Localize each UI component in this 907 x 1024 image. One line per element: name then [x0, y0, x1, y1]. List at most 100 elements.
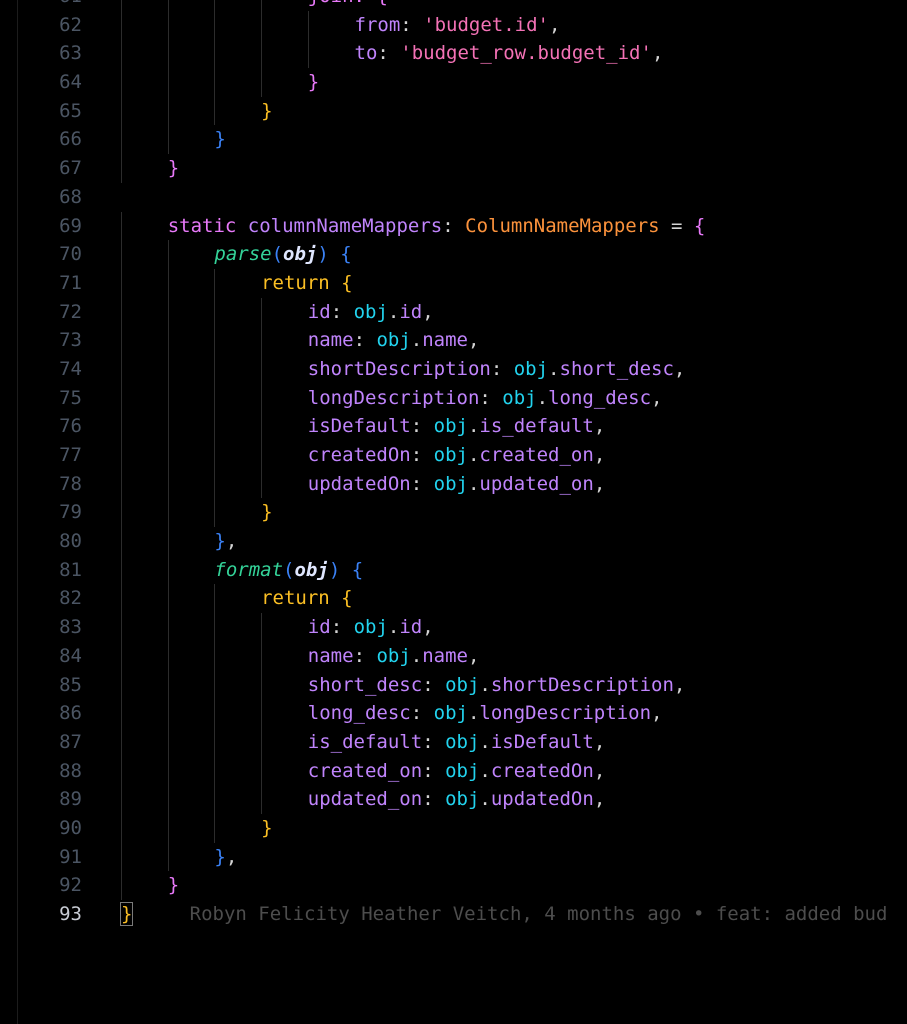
code-line-74[interactable]: 74 shortDescription: obj.short_desc, [0, 354, 907, 384]
code-token: } [261, 99, 273, 122]
code-token: is_default [479, 415, 594, 438]
code-text[interactable]: createdOn: obj.created_on, [308, 441, 605, 470]
code-text[interactable]: } [308, 68, 319, 97]
code-text[interactable]: } [214, 125, 225, 154]
code-text[interactable]: name: obj.name, [308, 642, 480, 671]
indent-guide [167, 441, 169, 470]
code-line-83[interactable]: 83 id: obj.id, [0, 613, 907, 642]
code-line-61[interactable]: 61 join: { [0, 0, 907, 11]
code-text[interactable]: } [261, 97, 272, 126]
code-text[interactable]: } [261, 498, 272, 527]
code-line-64[interactable]: 64} [0, 68, 907, 97]
indent-guide [167, 68, 169, 97]
line-number: 62 [59, 13, 82, 36]
code-editor[interactable]: 61 join: { 62 from: 'budget.id', 63 to: 'budg… [0, 0, 907, 1024]
line-number: 80 [59, 530, 82, 553]
code-text[interactable]: parse(obj) { [214, 240, 351, 269]
indent-guide [121, 412, 122, 441]
code-line-65[interactable]: 65} [0, 96, 907, 126]
indent-guide [121, 326, 122, 355]
code-line-90[interactable]: 90} [0, 813, 907, 843]
code-line-80[interactable]: 80}, [0, 527, 907, 556]
code-token: . [548, 357, 560, 380]
code-text[interactable]: id: obj.id, [308, 613, 434, 642]
code-line-67[interactable]: 67} [0, 154, 907, 183]
code-line-86[interactable]: 86 long_desc: obj.longDescription, [0, 699, 907, 728]
code-line-92[interactable]: 92} [0, 871, 907, 900]
indent-guide [214, 699, 216, 728]
code-text[interactable]: updated_on: obj.updatedOn, [308, 785, 605, 814]
line-number: 70 [59, 243, 82, 266]
line-number: 79 [59, 501, 82, 524]
code-line-68[interactable]: 68 [0, 183, 907, 212]
indent-guide [214, 39, 216, 69]
code-line-72[interactable]: 72 id: obj.id, [0, 297, 907, 327]
code-line-62[interactable]: 62 from: 'budget.id', [0, 10, 907, 40]
code-token: : [422, 759, 446, 782]
code-text[interactable]: short_desc: obj.shortDescription, [308, 671, 686, 700]
code-line-81[interactable]: 81 format(obj) { [0, 555, 907, 585]
code-token: } [214, 530, 226, 553]
code-line-75[interactable]: 75 longDescription: obj.long_desc, [0, 383, 907, 413]
indent-guide [121, 0, 122, 11]
code-text[interactable]: }, [214, 527, 237, 556]
code-token: , [651, 42, 664, 65]
code-token: ( [271, 243, 284, 266]
code-line-73[interactable]: 73 name: obj.name, [0, 326, 907, 355]
code-text[interactable]: to: 'budget_row.budget_id', [355, 39, 664, 68]
code-text[interactable]: isDefault: obj.is_default, [308, 412, 605, 441]
indent-guide [167, 498, 169, 528]
code-line-69[interactable]: 69 static columnNameMappers: ColumnNameMa… [0, 211, 907, 241]
code-text[interactable]: name: obj.name, [308, 326, 480, 355]
code-line-71[interactable]: 71 return { [0, 268, 907, 298]
code-line-76[interactable]: 76 isDefault: obj.is_default, [0, 412, 907, 441]
code-text[interactable]: static columnNameMappers: ColumnNameMapp… [168, 212, 706, 241]
indent-guide [167, 354, 169, 384]
code-token: . [536, 386, 549, 409]
code-line-84[interactable]: 84 name: obj.name, [0, 641, 907, 671]
code-token: isDefault [490, 730, 594, 753]
indent-guide [167, 240, 169, 269]
code-line-78[interactable]: 78 updatedOn: obj.updated_on, [0, 469, 907, 499]
code-line-66[interactable]: 66} [0, 125, 907, 155]
code-line-82[interactable]: 82 return { [0, 584, 907, 614]
code-text[interactable]: created_on: obj.createdOn, [308, 757, 605, 786]
code-text[interactable]: return { [261, 584, 353, 613]
code-token: return [261, 271, 342, 294]
code-text[interactable]: from: 'budget.id', [355, 11, 561, 40]
code-line-91[interactable]: 91}, [0, 842, 907, 872]
code-token: , [593, 788, 606, 811]
code-text[interactable]: }, [214, 843, 237, 872]
code-text[interactable]: id: obj.id, [308, 298, 434, 327]
code-text[interactable]: longDescription: obj.long_desc, [308, 384, 663, 413]
code-line-70[interactable]: 70 parse(obj) { [0, 240, 907, 269]
code-text[interactable]: } [261, 814, 272, 843]
code-text[interactable]: } [168, 154, 179, 183]
code-text[interactable]: join: { [308, 0, 388, 11]
code-line-93[interactable]: 93} Robyn Felicity Heather Veitch, 4 mon… [0, 900, 907, 929]
code-text[interactable]: } [168, 871, 179, 900]
code-token: obj [445, 673, 480, 696]
code-text[interactable]: long_desc: obj.longDescription, [308, 699, 663, 728]
code-line-89[interactable]: 89 updated_on: obj.updatedOn, [0, 785, 907, 814]
code-line-63[interactable]: 63 to: 'budget_row.budget_id', [0, 39, 907, 69]
code-line-77[interactable]: 77 createdOn: obj.created_on, [0, 441, 907, 470]
code-line-79[interactable]: 79} [0, 498, 907, 528]
indent-guide [214, 584, 216, 614]
code-line-87[interactable]: 87 is_default: obj.isDefault, [0, 727, 907, 757]
code-text[interactable]: } Robyn Felicity Heather Veitch, 4 month… [119, 900, 887, 929]
code-text[interactable]: return { [261, 269, 353, 298]
code-line-85[interactable]: 85 short_desc: obj.shortDescription, [0, 670, 907, 700]
code-text[interactable]: is_default: obj.isDefault, [308, 728, 605, 757]
code-token: long_desc [548, 386, 652, 409]
indent-guide [121, 555, 122, 585]
indent-guide [121, 613, 122, 642]
code-text[interactable]: updatedOn: obj.updated_on, [308, 470, 605, 499]
code-lines[interactable]: 61 join: { 62 from: 'budget.id', 63 to: 'budg… [0, 0, 907, 929]
code-token: obj [376, 644, 411, 667]
code-line-88[interactable]: 88 created_on: obj.createdOn, [0, 756, 907, 786]
code-text[interactable]: format(obj) { [214, 556, 363, 585]
code-text[interactable]: shortDescription: obj.short_desc, [308, 355, 686, 384]
